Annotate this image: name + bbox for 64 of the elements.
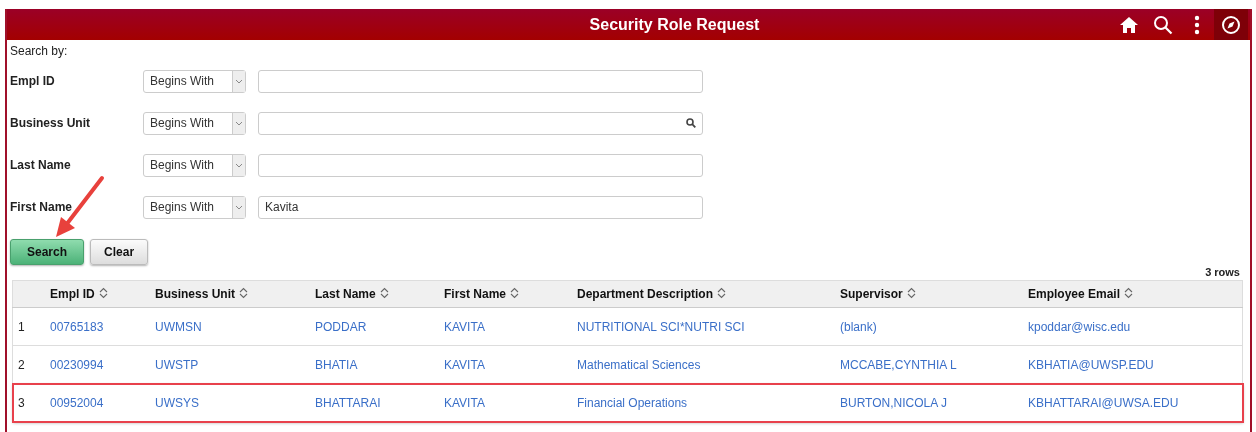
table-link[interactable]: (blank): [840, 319, 877, 334]
home-icon[interactable]: [1119, 15, 1139, 34]
clear-button[interactable]: Clear: [90, 239, 149, 265]
table-link[interactable]: BHATTARAI: [315, 395, 381, 410]
operator-dropdown[interactable]: Begins With: [143, 69, 246, 93]
table-link[interactable]: Financial Operations: [577, 395, 688, 410]
table-link[interactable]: kpoddar@wisc.edu: [1028, 319, 1131, 334]
table-link[interactable]: UWMSN: [155, 319, 202, 334]
sort-icon[interactable]: [379, 287, 389, 299]
text-field[interactable]: Kavita: [258, 195, 703, 219]
sort-icon[interactable]: [98, 287, 108, 299]
chevron-down-icon: [235, 204, 243, 210]
table-link[interactable]: 00765183: [50, 319, 104, 334]
table-link[interactable]: 00952004: [50, 395, 104, 410]
column-header[interactable]: Last Name: [315, 287, 376, 301]
column-header[interactable]: Business Unit: [155, 287, 235, 301]
row-number: 1: [18, 319, 25, 334]
text-field[interactable]: [258, 153, 703, 177]
row-count: 3 rows: [1205, 266, 1240, 278]
text-field[interactable]: [258, 69, 703, 93]
table-link[interactable]: BHATIA: [315, 357, 358, 372]
row-number: 3: [18, 395, 25, 410]
operator-dropdown[interactable]: Begins With: [143, 195, 246, 219]
search-button[interactable]: Search: [10, 239, 85, 265]
table-link[interactable]: PODDAR: [315, 319, 367, 334]
column-header[interactable]: Supervisor: [840, 287, 903, 301]
operator-dropdown[interactable]: Begins With: [143, 153, 246, 177]
table-link[interactable]: Mathematical Sciences: [577, 357, 701, 372]
search-icon[interactable]: [686, 118, 696, 128]
column-header[interactable]: Empl ID: [50, 287, 95, 301]
row-number: 2: [18, 357, 25, 372]
table-link[interactable]: UWSTP: [155, 357, 199, 372]
table-link[interactable]: KBHATTARAI@UWSA.EDU: [1028, 395, 1179, 410]
table-link[interactable]: 00230994: [50, 357, 104, 372]
table-link[interactable]: NUTRITIONAL SCI*NUTRI SCI: [577, 319, 745, 334]
text-field[interactable]: [258, 111, 703, 135]
sort-icon[interactable]: [510, 287, 520, 299]
column-header[interactable]: Employee Email: [1028, 287, 1121, 301]
search-icon[interactable]: [1153, 14, 1173, 35]
table-link[interactable]: KAVITA: [444, 395, 485, 410]
window-title: Security Role Request: [588, 15, 761, 34]
column-header[interactable]: First Name: [444, 287, 507, 301]
table-link[interactable]: MCCABE,CYNTHIA L: [840, 357, 957, 372]
column-header[interactable]: Department Description: [577, 287, 714, 301]
table-link[interactable]: UWSYS: [155, 395, 199, 410]
field-label: Empl ID: [10, 74, 56, 88]
sort-icon[interactable]: [1124, 287, 1134, 299]
table-link[interactable]: KAVITA: [444, 357, 485, 372]
table-link[interactable]: BURTON,NICOLA J: [840, 395, 947, 410]
operator-dropdown[interactable]: Begins With: [143, 111, 246, 135]
sort-icon[interactable]: [239, 287, 248, 299]
chevron-down-icon: [235, 120, 243, 126]
chevron-down-icon: [235, 78, 243, 84]
field-label: First Name: [10, 200, 74, 214]
menu-icon[interactable]: [1194, 14, 1200, 35]
table-link[interactable]: KBHATIA@UWSP.EDU: [1028, 357, 1154, 372]
sort-icon[interactable]: [717, 287, 727, 299]
field-label: Business Unit: [10, 116, 91, 130]
chevron-down-icon: [235, 162, 243, 168]
search-by-label: Search by:: [10, 44, 69, 60]
field-label: Last Name: [10, 158, 72, 172]
compass-icon[interactable]: [1221, 14, 1241, 35]
table-link[interactable]: KAVITA: [444, 319, 485, 334]
sort-icon[interactable]: [906, 287, 916, 299]
